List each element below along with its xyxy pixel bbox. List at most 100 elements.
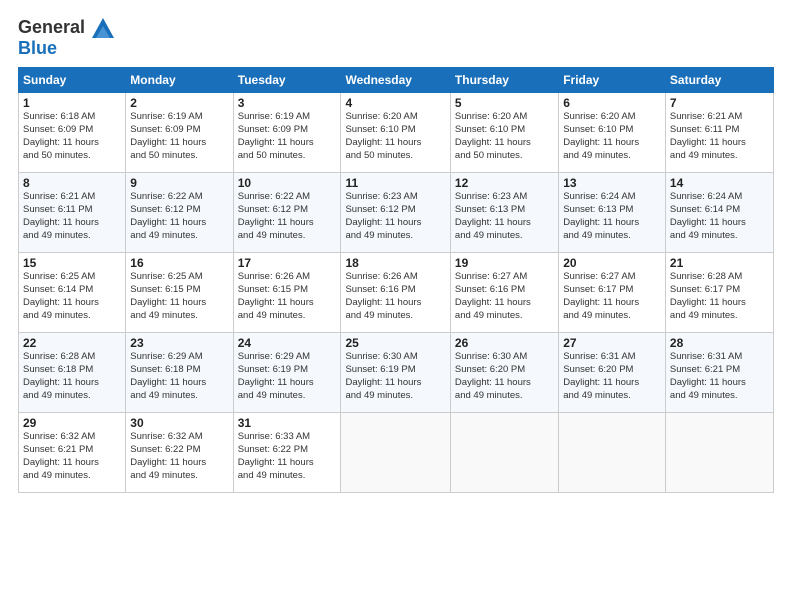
header-friday: Friday <box>559 68 666 93</box>
sunset-info: Sunset: 6:09 PM <box>238 124 337 137</box>
daylight-info: Daylight: 11 hours and 49 minutes. <box>130 377 228 403</box>
sunset-info: Sunset: 6:11 PM <box>670 124 769 137</box>
day-number: 20 <box>563 256 661 270</box>
sunrise-info: Sunrise: 6:21 AM <box>670 111 769 124</box>
day-number: 28 <box>670 336 769 350</box>
cell-w4-d5 <box>559 413 666 493</box>
daylight-info: Daylight: 11 hours and 49 minutes. <box>345 217 445 243</box>
sunset-info: Sunset: 6:20 PM <box>563 364 661 377</box>
day-number: 7 <box>670 96 769 110</box>
sunrise-info: Sunrise: 6:23 AM <box>345 191 445 204</box>
cell-w2-d0: 15Sunrise: 6:25 AMSunset: 6:14 PMDayligh… <box>19 253 126 333</box>
sunrise-info: Sunrise: 6:32 AM <box>130 431 228 444</box>
daylight-info: Daylight: 11 hours and 49 minutes. <box>455 217 554 243</box>
sunset-info: Sunset: 6:18 PM <box>23 364 121 377</box>
sunrise-info: Sunrise: 6:22 AM <box>238 191 337 204</box>
sunrise-info: Sunrise: 6:27 AM <box>563 271 661 284</box>
day-number: 25 <box>345 336 445 350</box>
sunset-info: Sunset: 6:12 PM <box>130 204 228 217</box>
cell-w1-d2: 10Sunrise: 6:22 AMSunset: 6:12 PMDayligh… <box>233 173 341 253</box>
cell-w0-d4: 5Sunrise: 6:20 AMSunset: 6:10 PMDaylight… <box>450 93 558 173</box>
cell-w3-d4: 26Sunrise: 6:30 AMSunset: 6:20 PMDayligh… <box>450 333 558 413</box>
sunrise-info: Sunrise: 6:30 AM <box>345 351 445 364</box>
day-number: 2 <box>130 96 228 110</box>
sunset-info: Sunset: 6:15 PM <box>130 284 228 297</box>
header-thursday: Thursday <box>450 68 558 93</box>
sunset-info: Sunset: 6:09 PM <box>23 124 121 137</box>
cell-w0-d6: 7Sunrise: 6:21 AMSunset: 6:11 PMDaylight… <box>665 93 773 173</box>
header-tuesday: Tuesday <box>233 68 341 93</box>
day-number: 5 <box>455 96 554 110</box>
day-number: 23 <box>130 336 228 350</box>
sunset-info: Sunset: 6:12 PM <box>345 204 445 217</box>
sunrise-info: Sunrise: 6:19 AM <box>130 111 228 124</box>
day-number: 8 <box>23 176 121 190</box>
logo-general: General <box>18 17 85 37</box>
calendar: SundayMondayTuesdayWednesdayThursdayFrid… <box>18 67 774 493</box>
day-number: 30 <box>130 416 228 430</box>
sunset-info: Sunset: 6:10 PM <box>455 124 554 137</box>
sunset-info: Sunset: 6:17 PM <box>670 284 769 297</box>
daylight-info: Daylight: 11 hours and 49 minutes. <box>563 137 661 163</box>
week-row-2: 15Sunrise: 6:25 AMSunset: 6:14 PMDayligh… <box>19 253 774 333</box>
day-number: 31 <box>238 416 337 430</box>
daylight-info: Daylight: 11 hours and 49 minutes. <box>670 217 769 243</box>
day-number: 24 <box>238 336 337 350</box>
cell-w3-d5: 27Sunrise: 6:31 AMSunset: 6:20 PMDayligh… <box>559 333 666 413</box>
sunrise-info: Sunrise: 6:26 AM <box>345 271 445 284</box>
day-number: 26 <box>455 336 554 350</box>
day-number: 10 <box>238 176 337 190</box>
sunrise-info: Sunrise: 6:29 AM <box>130 351 228 364</box>
sunrise-info: Sunrise: 6:29 AM <box>238 351 337 364</box>
sunrise-info: Sunrise: 6:20 AM <box>455 111 554 124</box>
cell-w0-d5: 6Sunrise: 6:20 AMSunset: 6:10 PMDaylight… <box>559 93 666 173</box>
sunset-info: Sunset: 6:14 PM <box>23 284 121 297</box>
cell-w0-d0: 1Sunrise: 6:18 AMSunset: 6:09 PMDaylight… <box>19 93 126 173</box>
daylight-info: Daylight: 11 hours and 49 minutes. <box>455 297 554 323</box>
daylight-info: Daylight: 11 hours and 49 minutes. <box>23 297 121 323</box>
sunrise-info: Sunrise: 6:22 AM <box>130 191 228 204</box>
cell-w2-d3: 18Sunrise: 6:26 AMSunset: 6:16 PMDayligh… <box>341 253 450 333</box>
sunrise-info: Sunrise: 6:28 AM <box>23 351 121 364</box>
sunset-info: Sunset: 6:20 PM <box>455 364 554 377</box>
header-monday: Monday <box>126 68 233 93</box>
day-number: 12 <box>455 176 554 190</box>
daylight-info: Daylight: 11 hours and 49 minutes. <box>238 297 337 323</box>
sunrise-info: Sunrise: 6:28 AM <box>670 271 769 284</box>
cell-w0-d2: 3Sunrise: 6:19 AMSunset: 6:09 PMDaylight… <box>233 93 341 173</box>
cell-w4-d6 <box>665 413 773 493</box>
day-number: 22 <box>23 336 121 350</box>
daylight-info: Daylight: 11 hours and 50 minutes. <box>23 137 121 163</box>
sunrise-info: Sunrise: 6:31 AM <box>670 351 769 364</box>
daylight-info: Daylight: 11 hours and 49 minutes. <box>670 377 769 403</box>
daylight-info: Daylight: 11 hours and 49 minutes. <box>23 217 121 243</box>
cell-w3-d1: 23Sunrise: 6:29 AMSunset: 6:18 PMDayligh… <box>126 333 233 413</box>
sunset-info: Sunset: 6:16 PM <box>455 284 554 297</box>
daylight-info: Daylight: 11 hours and 49 minutes. <box>670 137 769 163</box>
cell-w2-d2: 17Sunrise: 6:26 AMSunset: 6:15 PMDayligh… <box>233 253 341 333</box>
cell-w2-d4: 19Sunrise: 6:27 AMSunset: 6:16 PMDayligh… <box>450 253 558 333</box>
sunrise-info: Sunrise: 6:31 AM <box>563 351 661 364</box>
day-number: 14 <box>670 176 769 190</box>
sunrise-info: Sunrise: 6:25 AM <box>23 271 121 284</box>
cell-w1-d6: 14Sunrise: 6:24 AMSunset: 6:14 PMDayligh… <box>665 173 773 253</box>
sunrise-info: Sunrise: 6:18 AM <box>23 111 121 124</box>
day-number: 21 <box>670 256 769 270</box>
daylight-info: Daylight: 11 hours and 50 minutes. <box>238 137 337 163</box>
day-number: 9 <box>130 176 228 190</box>
sunset-info: Sunset: 6:22 PM <box>238 444 337 457</box>
daylight-info: Daylight: 11 hours and 49 minutes. <box>238 377 337 403</box>
sunset-info: Sunset: 6:19 PM <box>345 364 445 377</box>
day-number: 16 <box>130 256 228 270</box>
cell-w1-d3: 11Sunrise: 6:23 AMSunset: 6:12 PMDayligh… <box>341 173 450 253</box>
sunrise-info: Sunrise: 6:30 AM <box>455 351 554 364</box>
day-number: 6 <box>563 96 661 110</box>
sunset-info: Sunset: 6:19 PM <box>238 364 337 377</box>
cell-w2-d1: 16Sunrise: 6:25 AMSunset: 6:15 PMDayligh… <box>126 253 233 333</box>
sunset-info: Sunset: 6:13 PM <box>563 204 661 217</box>
day-number: 17 <box>238 256 337 270</box>
daylight-info: Daylight: 11 hours and 49 minutes. <box>345 297 445 323</box>
day-number: 11 <box>345 176 445 190</box>
daylight-info: Daylight: 11 hours and 49 minutes. <box>238 217 337 243</box>
cell-w2-d5: 20Sunrise: 6:27 AMSunset: 6:17 PMDayligh… <box>559 253 666 333</box>
